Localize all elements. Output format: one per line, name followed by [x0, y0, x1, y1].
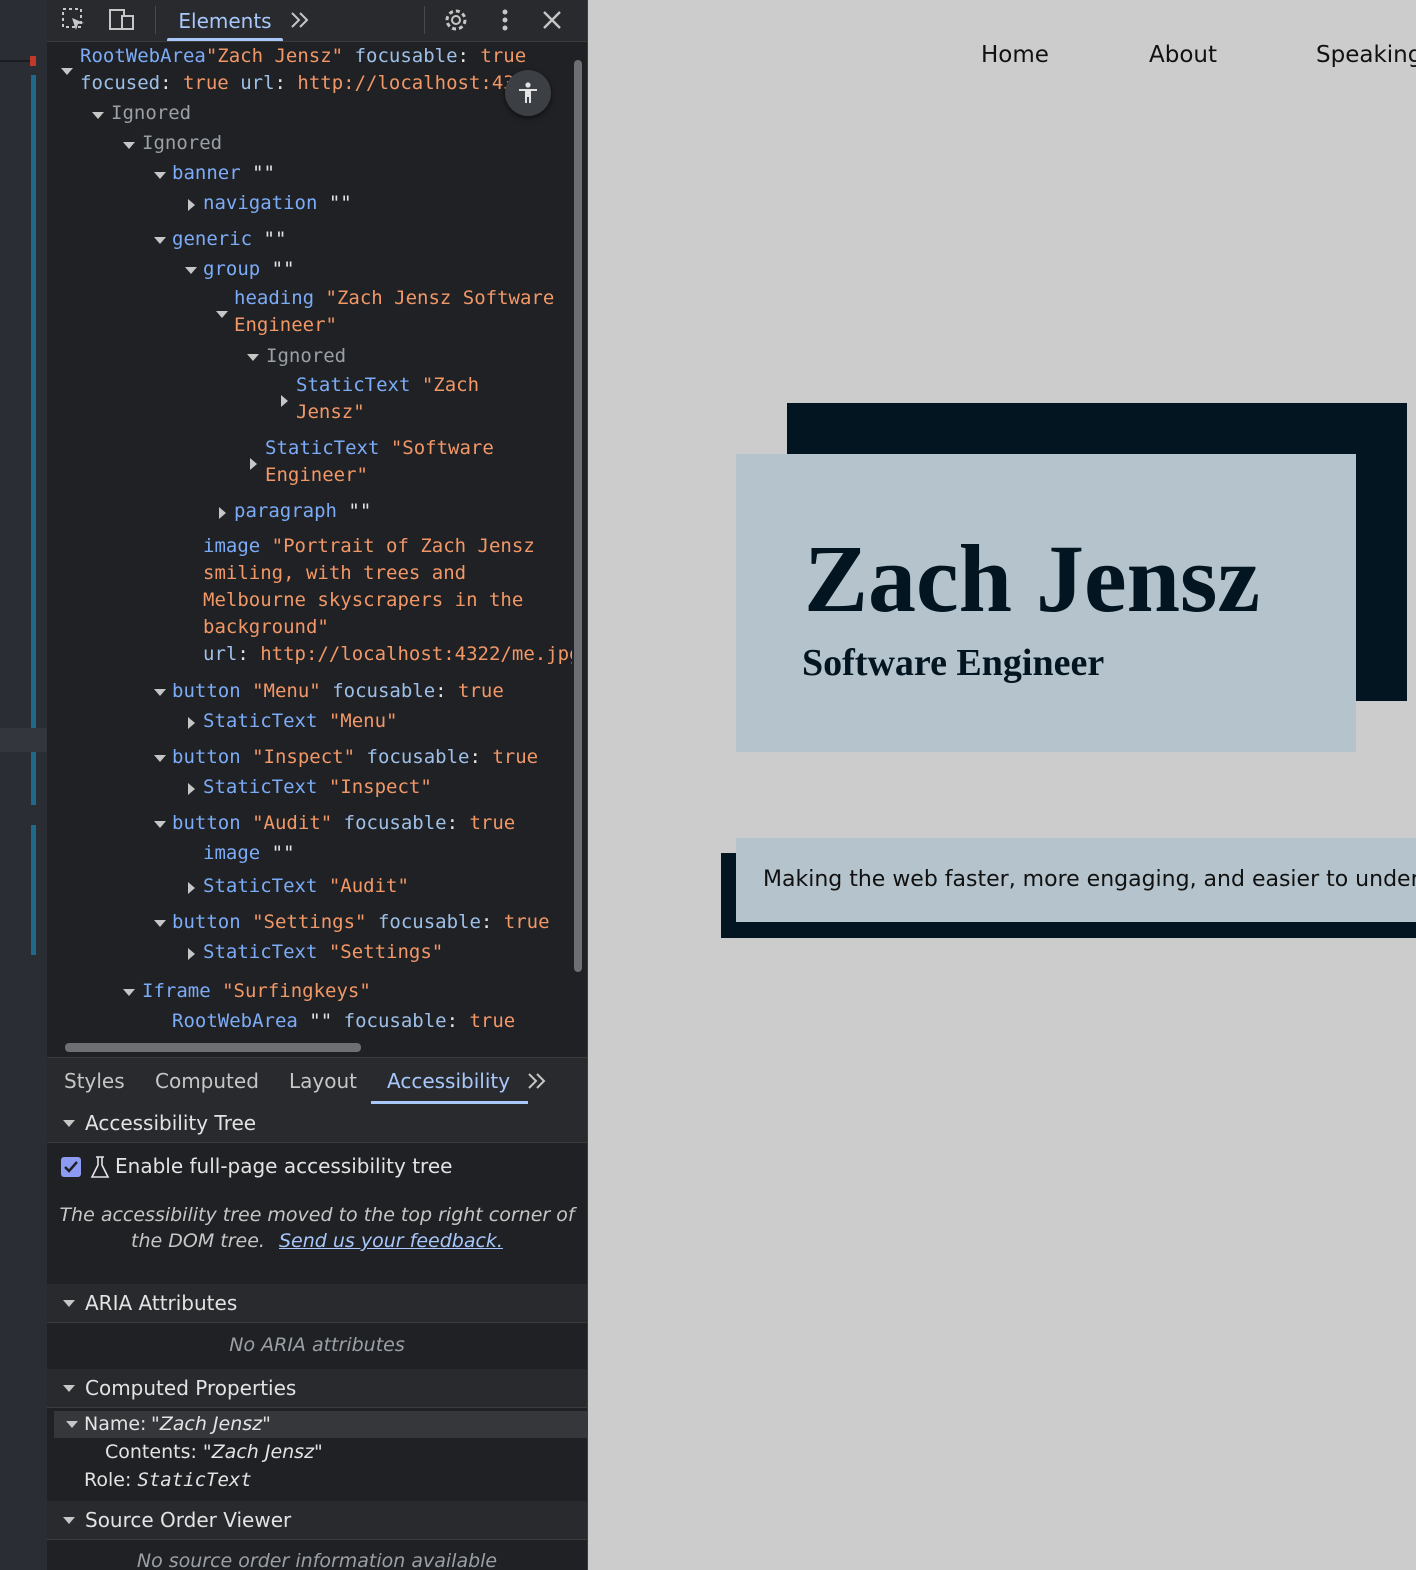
enable-full-page-label[interactable]: Enable full-page accessibility tree [115, 1154, 452, 1178]
close-icon[interactable] [537, 5, 567, 35]
tree-node[interactable]: banner "" [172, 160, 275, 187]
tree-node[interactable]: StaticText "Zach [296, 372, 479, 399]
tree-node[interactable]: Ignored [266, 343, 346, 370]
tree-node[interactable]: StaticText "Inspect" [203, 774, 432, 801]
tree-node[interactable]: StaticText "Menu" [203, 708, 397, 735]
moved-message-line1: The accessibility tree moved to the top … [59, 1204, 575, 1226]
tree-node[interactable]: image "Portrait of Zach Jensz [203, 533, 535, 560]
more-tabs-icon[interactable] [525, 1058, 549, 1104]
enable-full-page-checkbox[interactable] [61, 1157, 81, 1177]
tagline-text: Making the web faster, more engaging, an… [763, 867, 1416, 892]
tree-node[interactable]: button "Menu" focusable: true [172, 678, 504, 705]
flask-icon [89, 1155, 111, 1184]
tree-node[interactable]: Iframe "Surfingkeys" [142, 978, 371, 1005]
section-computed-properties[interactable]: Computed Properties [47, 1369, 587, 1408]
devtools-panel: Elements RootWebArea"Zach Jensz" focusab… [47, 0, 588, 1570]
tree-node[interactable]: paragraph "" [234, 498, 371, 525]
section-aria-attributes[interactable]: ARIA Attributes [47, 1284, 587, 1323]
no-source-order-message: No source order information available [136, 1550, 498, 1570]
tree-node-cont: Engineer" [265, 464, 368, 486]
editor-gutter [0, 0, 47, 1570]
tree-node[interactable]: Ignored [142, 130, 222, 157]
tree-node-attrs: focused: true url: http://localhost:4322 [80, 72, 538, 94]
tree-node[interactable]: heading "Zach Jensz Software [234, 285, 554, 312]
tree-node[interactable]: Ignored [111, 100, 191, 127]
tree-node[interactable]: generic "" [172, 226, 286, 253]
hero-name: Zach Jensz [804, 525, 1260, 632]
tree-node[interactable]: navigation "" [203, 190, 352, 217]
section-source-order-viewer[interactable]: Source Order Viewer [47, 1501, 587, 1540]
tree-node[interactable]: button "Inspect" focusable: true [172, 744, 538, 771]
hero-card: Zach Jensz Software Engineer [736, 454, 1356, 752]
tree-node[interactable]: button "Audit" focusable: true [172, 810, 515, 837]
contents-property: Contents: "Zach Jensz" [105, 1441, 323, 1463]
tree-horizontal-scrollbar[interactable] [65, 1043, 361, 1052]
kebab-menu-icon[interactable] [490, 5, 520, 35]
moved-message-line2: the DOM tree. Send us your feedback. [131, 1230, 503, 1252]
settings-gear-icon[interactable] [441, 5, 471, 35]
feedback-link[interactable]: Send us your feedback. [279, 1230, 503, 1252]
tree-node-cont: Engineer" [234, 314, 337, 336]
accessibility-icon[interactable] [505, 70, 551, 116]
tree-node-cont: Melbourne skyscrapers in the [203, 589, 524, 611]
devtools-toolbar: Elements [47, 0, 587, 42]
section-accessibility-tree[interactable]: Accessibility Tree [47, 1104, 587, 1143]
tree-node-cont: smiling, with trees and [203, 562, 467, 584]
tree-node[interactable]: StaticText "Settings" [203, 939, 443, 966]
name-label: Name: [84, 1413, 147, 1435]
name-value: "Zach Jensz" [151, 1413, 271, 1435]
select-element-icon[interactable] [59, 5, 89, 35]
more-tabs-icon[interactable] [285, 5, 315, 35]
tab-layout[interactable]: Layout [289, 1058, 357, 1104]
tree-node[interactable]: StaticText "Software [265, 435, 494, 462]
tree-node[interactable]: image "" [203, 840, 295, 867]
accessibility-tree: RootWebArea"Zach Jensz" focusable: true … [47, 41, 572, 1041]
tree-node[interactable]: RootWebArea"Zach Jensz" focusable: true [80, 43, 526, 70]
tab-accessibility[interactable]: Accessibility [370, 1058, 529, 1104]
tree-node-cont: background" [203, 616, 329, 638]
tree-node[interactable]: StaticText "Audit" [203, 873, 409, 900]
device-toggle-icon[interactable] [107, 5, 137, 35]
tagline-box: Making the web faster, more engaging, an… [736, 838, 1416, 922]
tree-node[interactable]: RootWebArea "" focusable: true [172, 1008, 515, 1035]
hero-subtitle: Software Engineer [802, 642, 1105, 684]
tree-vertical-scrollbar[interactable] [574, 60, 582, 972]
sidebar-panel-tabs: Styles Computed Layout Accessibility [47, 1057, 587, 1105]
tab-elements[interactable]: Elements [163, 0, 287, 41]
tree-node[interactable]: group "" [203, 256, 295, 283]
tree-node[interactable]: button "Settings" focusable: true [172, 909, 550, 936]
name-property-row[interactable]: Name: "Zach Jensz" [54, 1411, 587, 1438]
web-page-viewport: Home About Speaking Zach Jensz Software … [588, 0, 1416, 1570]
a11y-tree-section-body: Enable full-page accessibility tree The … [47, 1143, 587, 1283]
tree-node-cont: url: http://localhost:4322/me.jpg [203, 643, 572, 665]
role-property: Role: StaticText [84, 1469, 252, 1491]
tree-node-cont: Jensz" [296, 401, 365, 423]
nav-speaking[interactable]: Speaking [1316, 42, 1416, 68]
tab-styles[interactable]: Styles [64, 1058, 125, 1104]
tab-computed[interactable]: Computed [155, 1058, 259, 1104]
no-aria-message: No ARIA attributes [229, 1334, 405, 1356]
nav-home[interactable]: Home [981, 42, 1049, 68]
nav-about[interactable]: About [1149, 42, 1217, 68]
